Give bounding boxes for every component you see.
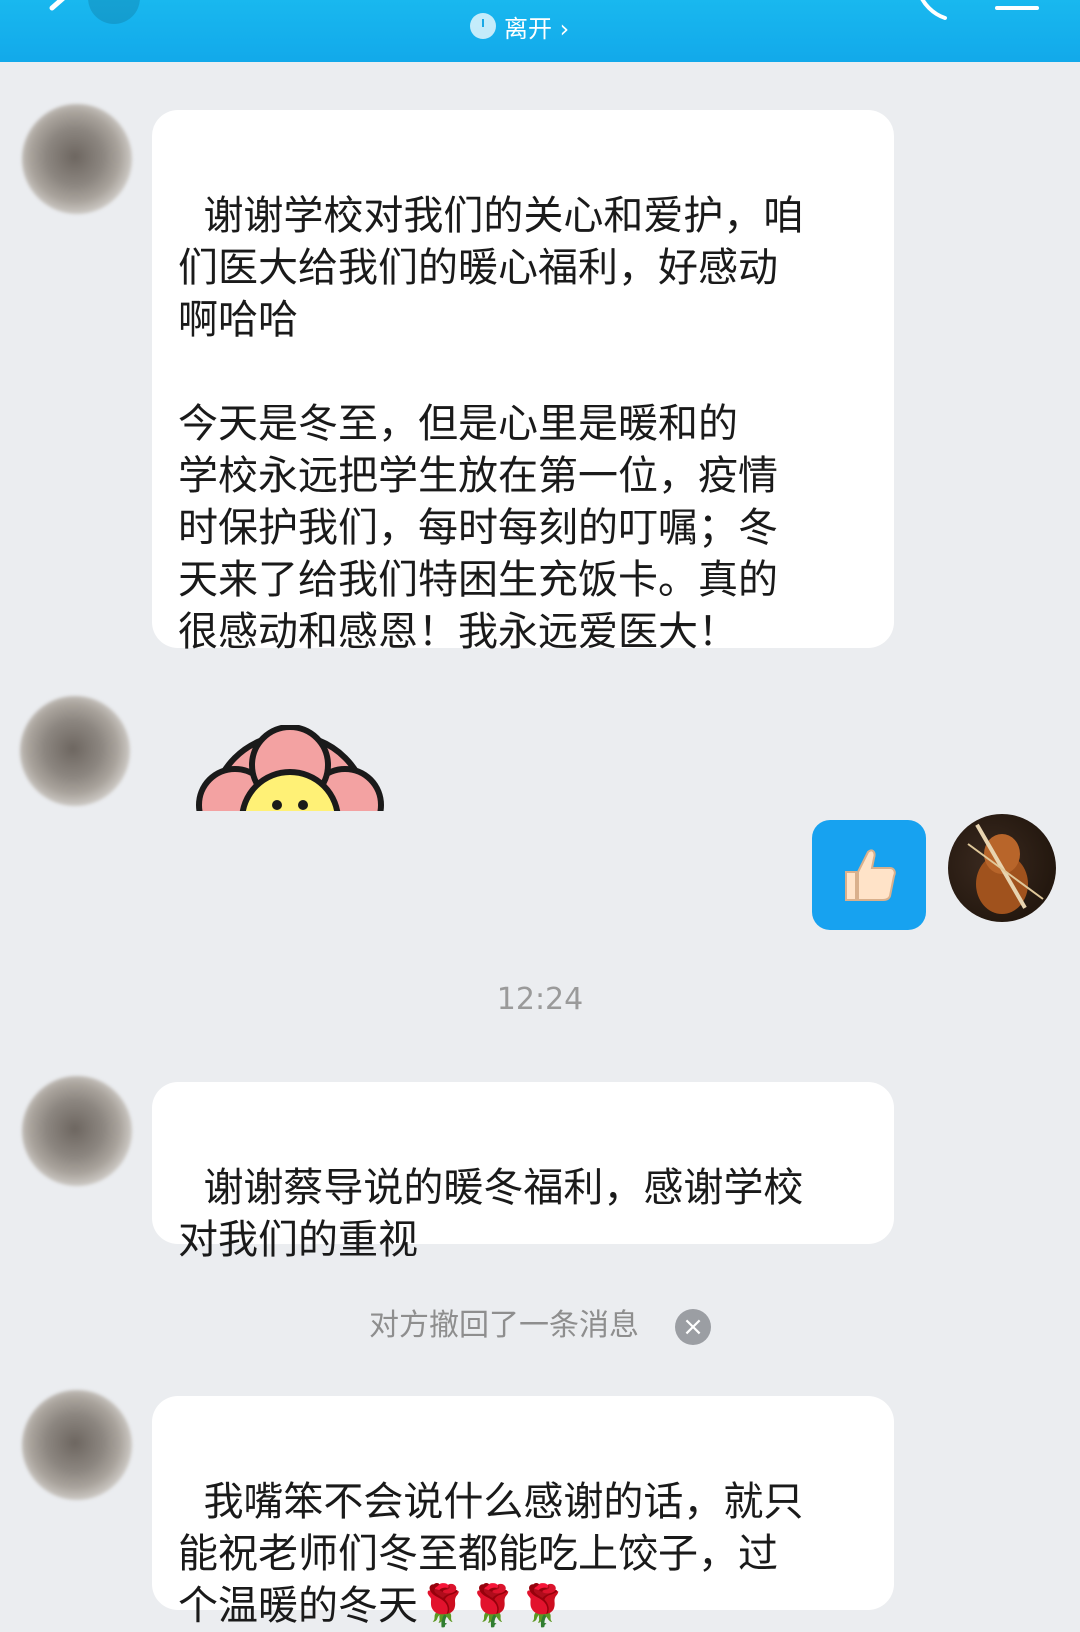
top-navigation-bar: 离开 › bbox=[0, 0, 1080, 62]
clock-icon bbox=[470, 13, 496, 39]
sender-avatar[interactable] bbox=[22, 104, 132, 214]
flower-sticker[interactable] bbox=[195, 725, 385, 811]
phone-icon[interactable] bbox=[915, 0, 957, 22]
message-text: 谢谢蔡导说的暖冬福利，感谢学校 对我们的重视 bbox=[178, 1165, 804, 1263]
close-icon[interactable]: × bbox=[675, 1308, 711, 1345]
thumbs-up-icon bbox=[845, 849, 896, 901]
my-avatar[interactable] bbox=[948, 814, 1056, 922]
recall-text: 对方撤回了一条消息 bbox=[369, 1308, 639, 1343]
sender-avatar[interactable] bbox=[22, 1076, 132, 1186]
message-bubble[interactable]: 谢谢蔡导说的暖冬福利，感谢学校 对我们的重视 bbox=[152, 1082, 894, 1263]
sender-avatar[interactable] bbox=[22, 1390, 132, 1500]
timestamp: 12:24 bbox=[496, 982, 584, 1017]
recall-notice: 对方撤回了一条消息 × bbox=[0, 1300, 1080, 1345]
thumbs-up-message[interactable] bbox=[812, 820, 926, 930]
back-badge[interactable] bbox=[88, 0, 140, 24]
message-text: 我嘴笨不会说什么感谢的话，就只 能祝老师们冬至都能吃上饺子，过 个温暖的冬天🌹🌹… bbox=[178, 1479, 804, 1629]
message-bubble[interactable]: 我嘴笨不会说什么感谢的话，就只 能祝老师们冬至都能吃上饺子，过 个温暖的冬天🌹🌹… bbox=[152, 1396, 894, 1629]
violin-icon bbox=[967, 823, 1044, 914]
sender-avatar[interactable] bbox=[20, 696, 130, 806]
chevron-left-icon[interactable] bbox=[40, 0, 80, 24]
message-text: 谢谢学校对我们的关心和爱护，咱 们医大给我们的暖心福利，好感动 啊哈哈 今天是冬… bbox=[178, 193, 804, 655]
menu-icon[interactable] bbox=[995, 0, 1039, 20]
status-text: 离开 › bbox=[504, 14, 570, 43]
contact-status[interactable]: 离开 › bbox=[470, 6, 569, 46]
message-bubble[interactable]: 谢谢学校对我们的关心和爱护，咱 们医大给我们的暖心福利，好感动 啊哈哈 今天是冬… bbox=[152, 110, 894, 655]
